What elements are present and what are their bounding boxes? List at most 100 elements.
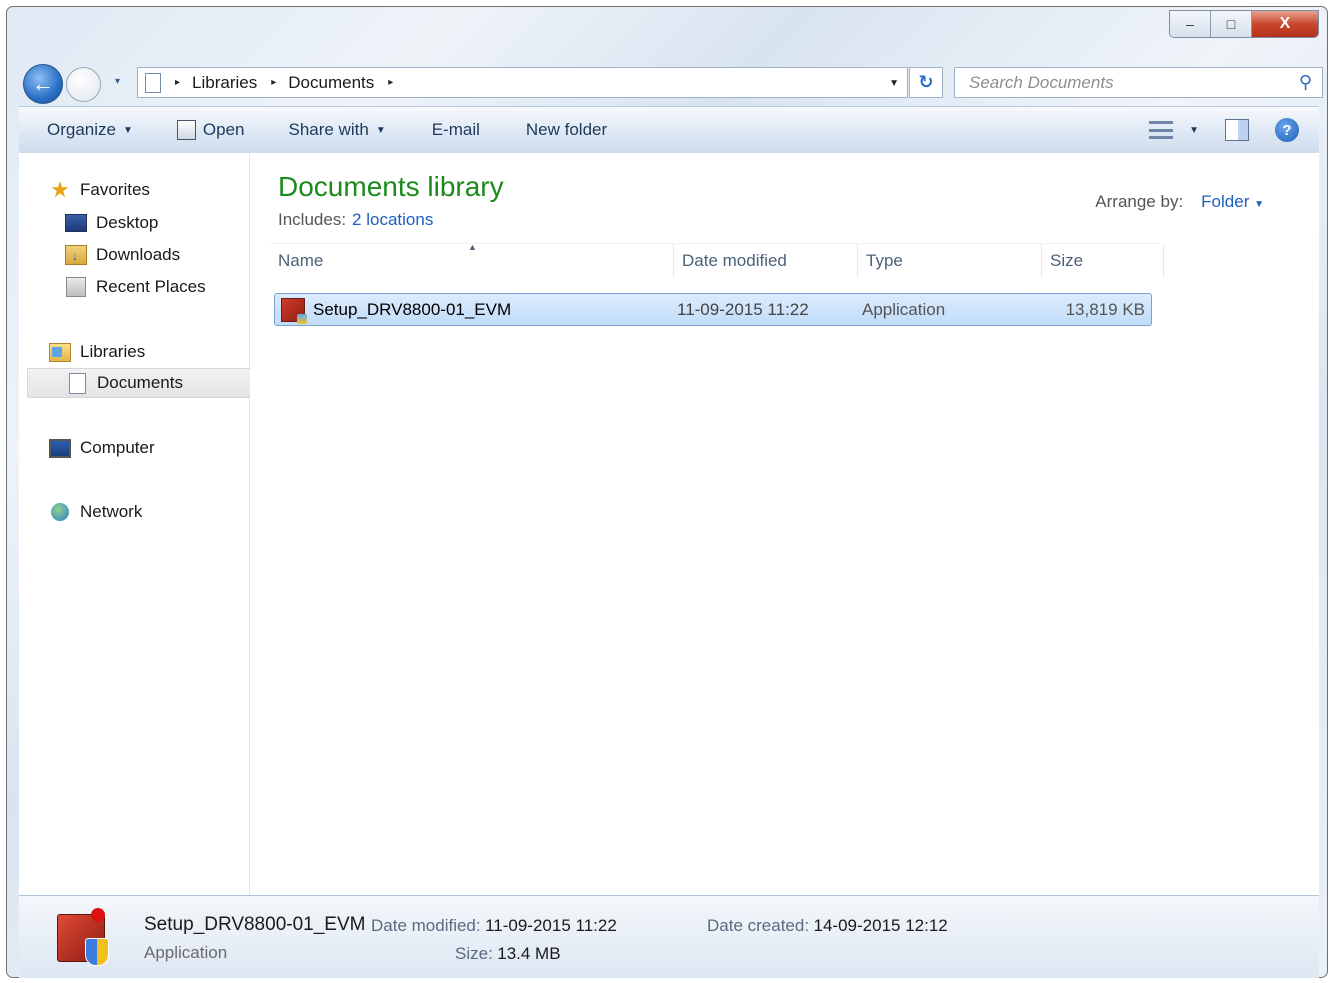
sidebar-item-recent-places[interactable]: Recent Places — [65, 272, 206, 302]
arrange-by-dropdown[interactable]: Folder ▼ — [1201, 192, 1264, 212]
sidebar-item-label: Recent Places — [96, 277, 206, 296]
view-list-icon — [1149, 121, 1174, 139]
search-icon[interactable]: ⚲ — [1299, 72, 1312, 93]
share-with-label: Share with — [288, 120, 369, 139]
open-button[interactable]: Open — [176, 120, 245, 140]
preview-pane-icon[interactable] — [1225, 119, 1249, 141]
open-icon — [176, 120, 196, 140]
locations-link[interactable]: 2 locations — [352, 210, 433, 229]
close-button[interactable]: X — [1252, 11, 1318, 37]
sidebar-item-network[interactable]: Network — [49, 497, 142, 527]
refresh-icon: ↻ — [918, 72, 934, 92]
email-label: E-mail — [431, 120, 480, 139]
sidebar-item-libraries[interactable]: Libraries — [49, 337, 145, 367]
date-created-label: Date created: — [707, 916, 810, 935]
command-bar: Organize ▼ Open Share with ▼ E-mail New … — [19, 106, 1319, 154]
document-icon — [145, 72, 161, 93]
search-input[interactable] — [967, 68, 1271, 98]
back-button[interactable]: ← — [23, 64, 63, 104]
downloads-folder-icon: ↓ — [65, 245, 87, 265]
recent-pages-dropdown[interactable]: ▾ — [115, 76, 120, 87]
sidebar-item-label: Computer — [80, 438, 155, 457]
column-header-name[interactable]: Name — [270, 244, 674, 278]
file-size-cell: 13,819 KB — [1065, 299, 1145, 319]
arrange-by: Arrange by: Folder ▼ — [1095, 192, 1264, 212]
maximize-button[interactable]: □ — [1211, 11, 1252, 37]
column-header-date-modified[interactable]: Date modified — [674, 244, 858, 278]
file-name-cell: Setup_DRV8800-01_EVM — [281, 294, 511, 325]
breadcrumb-documents[interactable]: Documents — [288, 73, 374, 93]
sidebar-item-computer[interactable]: Computer — [49, 433, 155, 463]
arrange-by-label: Arrange by: — [1095, 192, 1184, 211]
size-label: Size: — [455, 944, 493, 963]
new-folder-button[interactable]: New folder — [526, 120, 607, 140]
breadcrumb-separator-icon[interactable]: ▸ — [388, 77, 393, 88]
application-icon — [57, 908, 109, 966]
address-bar[interactable]: ▸ Libraries ▸ Documents ▸ ▼ — [137, 67, 908, 98]
chevron-down-icon: ▼ — [375, 124, 386, 136]
sidebar-item-label: Downloads — [96, 245, 181, 264]
breadcrumb-separator-icon[interactable]: ▸ — [175, 77, 180, 88]
desktop-icon — [65, 213, 87, 233]
size-value: 13.4 MB — [497, 944, 561, 963]
file-row[interactable]: Setup_DRV8800-01_EVM 11-09-2015 11:22 Ap… — [274, 293, 1152, 326]
column-header-size[interactable]: Size — [1042, 244, 1164, 278]
minimize-button[interactable]: – — [1170, 11, 1211, 37]
column-header-type[interactable]: Type — [858, 244, 1042, 278]
share-with-button[interactable]: Share with ▼ — [288, 120, 385, 140]
details-date-modified: Date modified: 11-09-2015 11:22 — [371, 916, 617, 936]
column-label: Date modified — [682, 251, 787, 270]
navigation-bar: ← ▾ ▸ Libraries ▸ Documents ▸ ▼ ↻ ⚲ — [23, 64, 1323, 104]
back-arrow-icon: ← — [32, 71, 54, 96]
sidebar-item-label: Favorites — [80, 180, 150, 199]
computer-icon — [49, 438, 71, 458]
refresh-button[interactable]: ↻ — [909, 67, 943, 98]
address-dropdown-icon[interactable]: ▼ — [889, 78, 899, 89]
toolbar-right: ▼ ? — [1149, 118, 1299, 142]
sidebar-item-documents[interactable]: Documents — [27, 368, 253, 398]
sidebar-item-desktop[interactable]: Desktop — [65, 208, 158, 238]
column-headers: ▲ Name Date modified Type Size — [270, 242, 1164, 278]
breadcrumb-libraries[interactable]: Libraries — [192, 73, 257, 93]
organize-label: Organize — [47, 120, 116, 139]
includes-label: Includes: — [278, 210, 347, 229]
details-date-created: Date created: 14-09-2015 12:12 — [707, 916, 948, 936]
file-type-cell: Application — [862, 299, 946, 319]
open-label: Open — [202, 120, 245, 139]
file-name: Setup_DRV8800-01_EVM — [313, 299, 512, 319]
chevron-down-icon: ▼ — [1189, 124, 1199, 136]
details-file-name: Setup_DRV8800-01_EVM — [144, 914, 366, 935]
recent-places-icon — [65, 277, 87, 297]
sidebar-item-label: Desktop — [96, 213, 159, 232]
chevron-down-icon: ▼ — [122, 124, 133, 136]
arrange-by-value: Folder — [1201, 192, 1250, 211]
application-icon — [281, 297, 307, 324]
explorer-window: – □ X ← ▾ ▸ Libraries ▸ Documents ▸ ▼ ↻ … — [6, 6, 1328, 978]
organize-button[interactable]: Organize ▼ — [47, 120, 133, 140]
libraries-icon — [49, 342, 71, 362]
date-modified-value: 11-09-2015 11:22 — [485, 916, 617, 935]
sidebar-item-label: Documents — [97, 373, 183, 392]
column-label: Size — [1050, 251, 1084, 270]
date-modified-label: Date modified: — [371, 916, 481, 935]
column-label: Name — [278, 251, 324, 270]
sidebar-item-favorites[interactable]: ★ Favorites — [49, 175, 150, 205]
caption-buttons: – □ X — [1169, 10, 1319, 38]
help-icon[interactable]: ? — [1275, 118, 1299, 142]
library-includes: Includes: 2 locations — [278, 210, 433, 230]
file-list-pane: Documents library Includes: 2 locations A… — [250, 153, 1319, 895]
sidebar-item-label: Network — [80, 502, 143, 521]
column-label: Type — [866, 251, 903, 270]
sidebar-item-label: Libraries — [80, 342, 146, 361]
document-icon — [66, 372, 88, 394]
network-icon — [49, 502, 71, 522]
forward-button[interactable] — [66, 67, 101, 102]
change-view-button[interactable]: ▼ — [1149, 121, 1199, 139]
date-created-value: 14-09-2015 12:12 — [813, 916, 948, 935]
chevron-down-icon: ▼ — [1254, 199, 1264, 210]
search-box[interactable]: ⚲ — [954, 67, 1323, 98]
sidebar-item-downloads[interactable]: ↓ Downloads — [65, 240, 180, 270]
breadcrumb-separator-icon[interactable]: ▸ — [271, 77, 276, 88]
email-button[interactable]: E-mail — [432, 120, 480, 140]
navigation-pane: ★ Favorites Desktop ↓ Downloads Recent P… — [19, 153, 253, 895]
